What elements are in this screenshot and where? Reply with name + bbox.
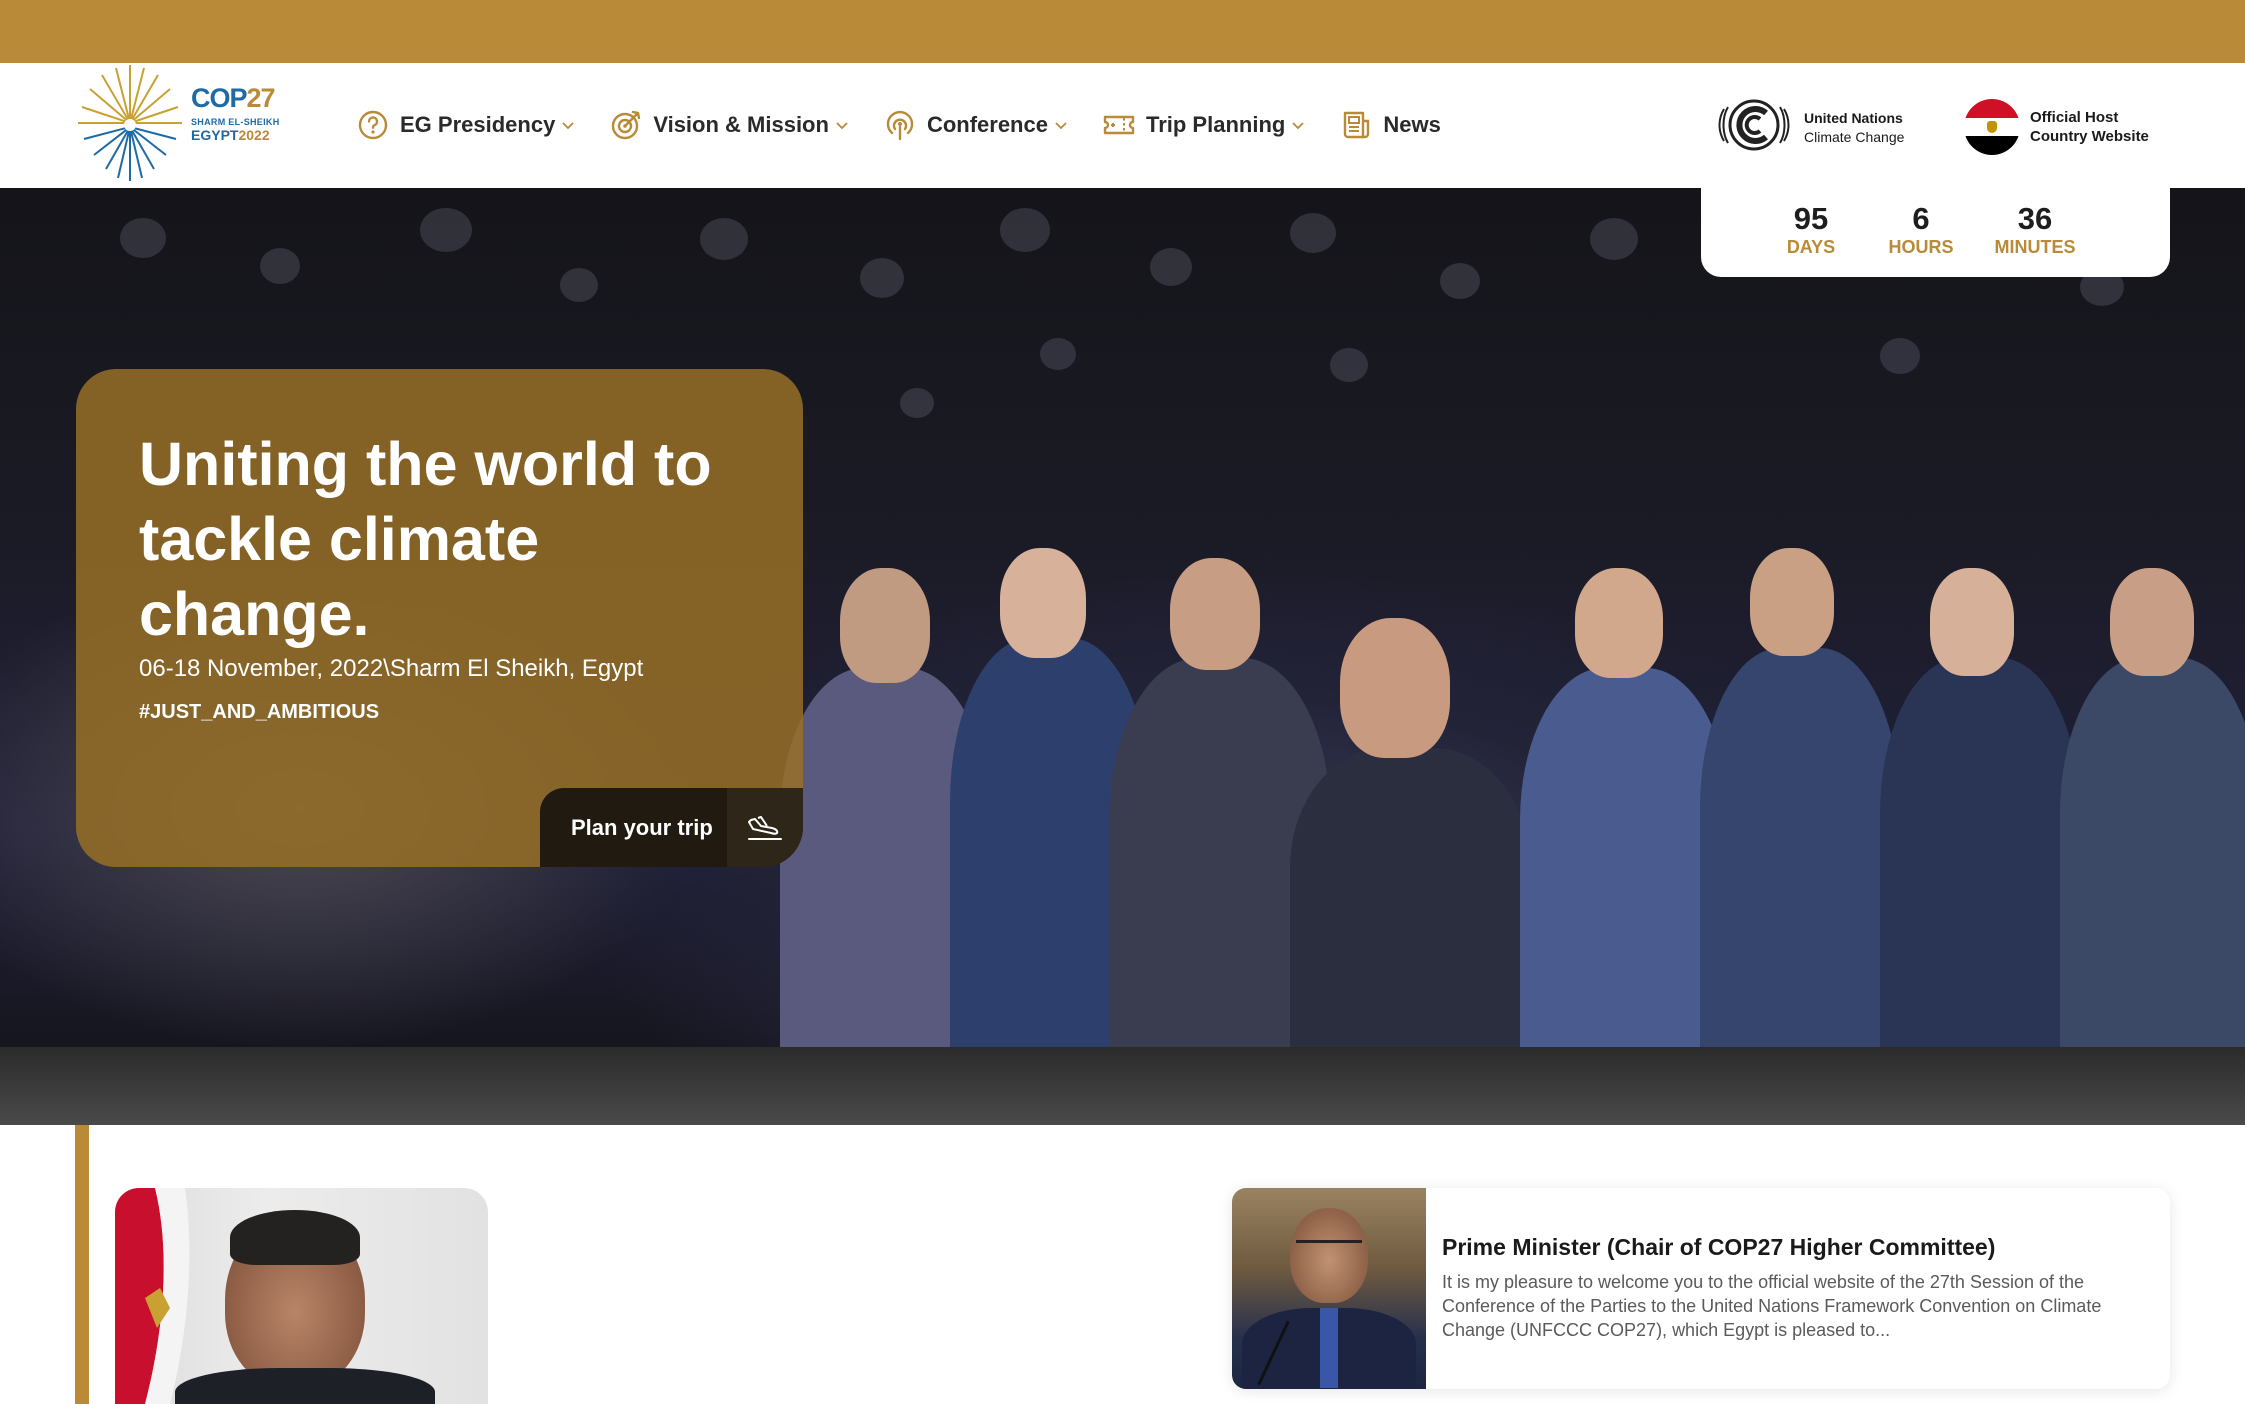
bokeh-light xyxy=(260,248,300,284)
audience-member xyxy=(1575,568,1663,678)
hero-title: Uniting the world to tackle climate chan… xyxy=(139,430,712,648)
pm-face xyxy=(1290,1208,1368,1303)
plan-your-trip-button[interactable]: Plan your trip xyxy=(540,788,803,867)
prime-minister-card[interactable]: Prime Minister (Chair of COP27 Higher Co… xyxy=(1232,1188,2170,1389)
question-circle-icon xyxy=(356,108,390,142)
bokeh-light xyxy=(1000,208,1050,252)
unfccc-line-1: United Nations xyxy=(1804,110,1903,126)
cop27-logo[interactable]: COP27 SHARM EL-SHEIKH EGYPT2022 xyxy=(74,63,284,188)
hero-info-card: Uniting the world to tackle climate chan… xyxy=(76,369,803,867)
audience-member xyxy=(1340,618,1450,758)
bokeh-light xyxy=(700,218,748,260)
plan-your-trip-label: Plan your trip xyxy=(571,814,713,840)
hero-date-location: 06-18 November, 2022\Sharm El Sheikh, Eg… xyxy=(139,655,644,682)
ticket-icon xyxy=(1102,108,1136,142)
countdown-minutes-value: 36 xyxy=(2017,201,2053,236)
chevron-down-icon xyxy=(561,118,575,132)
president-hair xyxy=(230,1210,360,1265)
podcast-icon xyxy=(883,108,917,142)
bokeh-light xyxy=(1590,218,1638,260)
prime-minister-photo xyxy=(1232,1188,1426,1389)
target-icon xyxy=(609,108,643,142)
host-line-2: Country Website xyxy=(2030,128,2149,145)
audience-member xyxy=(1880,658,2080,1047)
bokeh-light xyxy=(1880,338,1920,374)
bokeh-light xyxy=(420,208,472,252)
chevron-down-icon xyxy=(1291,118,1305,132)
hero-hashtag: #JUST_AND_AMBITIOUS xyxy=(139,701,380,723)
pm-glasses xyxy=(1296,1240,1362,1250)
nav-item-conference[interactable]: Conference xyxy=(883,105,1068,145)
unfccc-line-2: Climate Change xyxy=(1804,129,1905,145)
president-photo xyxy=(115,1188,488,1404)
unfccc-text: United Nations Climate Change xyxy=(1804,109,1904,147)
newspaper-icon xyxy=(1339,108,1373,142)
bokeh-light xyxy=(1330,348,1368,382)
logo-country-year-text: EGYPT2022 xyxy=(191,127,270,143)
bokeh-light xyxy=(860,258,904,298)
audience-member xyxy=(1000,548,1086,658)
unfccc-emblem-icon xyxy=(1718,99,1790,151)
egypt-flag-icon xyxy=(1964,99,2020,155)
nav-label: Trip Planning xyxy=(1145,112,1286,137)
pm-card-excerpt: It is my pleasure to welcome you to the … xyxy=(1442,1272,2102,1340)
sunburst-logo-icon xyxy=(78,65,182,181)
nav-item-trip-planning[interactable]: Trip Planning xyxy=(1102,105,1305,145)
bokeh-light xyxy=(1290,213,1336,253)
audience-member xyxy=(1170,558,1260,670)
nav-item-eg-presidency[interactable]: EG Presidency xyxy=(356,105,575,145)
main-nav: EG Presidency Vision & Mission Conferenc… xyxy=(356,105,1475,145)
president-suit xyxy=(175,1368,435,1404)
countdown-days: 95 DAYS xyxy=(1761,202,1861,258)
unfccc-logo-link[interactable]: United Nations Climate Change xyxy=(1716,93,1916,159)
pm-tie xyxy=(1320,1308,1338,1388)
logo-city-text: SHARM EL-SHEIKH xyxy=(191,117,280,127)
egypt-flag-icon xyxy=(115,1188,190,1404)
event-countdown: 95 DAYS 6 HOURS 36 MINUTES xyxy=(1701,188,2170,277)
pm-card-title[interactable]: Prime Minister (Chair of COP27 Higher Co… xyxy=(1442,1234,1995,1261)
audience-member xyxy=(1930,568,2014,676)
countdown-days-value: 95 xyxy=(1793,201,1829,236)
bokeh-light xyxy=(1040,338,1076,370)
host-line-1: Official Host xyxy=(2030,109,2119,126)
audience-member xyxy=(840,568,930,683)
official-host-country-link[interactable]: Official Host Country Website xyxy=(1964,99,2184,155)
nav-label: EG Presidency xyxy=(400,112,556,137)
audience-member xyxy=(1290,748,1530,1047)
audience-member xyxy=(1520,668,1730,1047)
nav-item-vision-mission[interactable]: Vision & Mission xyxy=(609,105,849,145)
bokeh-light xyxy=(900,388,934,418)
section-divider-band xyxy=(0,1047,2245,1125)
audience-member xyxy=(2110,568,2194,676)
chevron-down-icon xyxy=(835,118,849,132)
audience-member xyxy=(2060,658,2245,1047)
audience-member xyxy=(1700,648,1900,1047)
chevron-down-icon xyxy=(1054,118,1068,132)
bokeh-light xyxy=(120,218,166,258)
audience-member xyxy=(1750,548,1834,656)
countdown-minutes-label: MINUTES xyxy=(1994,237,2076,257)
countdown-hours-label: HOURS xyxy=(1888,237,1954,257)
nav-label: Conference xyxy=(926,112,1048,137)
top-accent-bar xyxy=(0,0,2245,63)
nav-label: Vision & Mission xyxy=(653,112,829,137)
countdown-days-label: DAYS xyxy=(1786,237,1836,257)
bokeh-light xyxy=(1150,248,1192,286)
logo-cop-text: COP27 xyxy=(191,83,276,113)
nav-item-news[interactable]: News xyxy=(1339,105,1441,145)
host-country-text: Official Host Country Website xyxy=(2030,108,2149,146)
section-accent-bar xyxy=(75,1125,89,1404)
countdown-hours-value: 6 xyxy=(1912,201,1930,236)
countdown-minutes: 36 MINUTES xyxy=(1981,202,2089,258)
bokeh-light xyxy=(560,268,598,302)
nav-label: News xyxy=(1383,112,1441,137)
countdown-hours: 6 HOURS xyxy=(1871,202,1971,258)
airplane-landing-icon xyxy=(727,788,803,867)
site-header: COP27 SHARM EL-SHEIKH EGYPT2022 EG Presi… xyxy=(0,63,2245,188)
bokeh-light xyxy=(1440,263,1480,299)
